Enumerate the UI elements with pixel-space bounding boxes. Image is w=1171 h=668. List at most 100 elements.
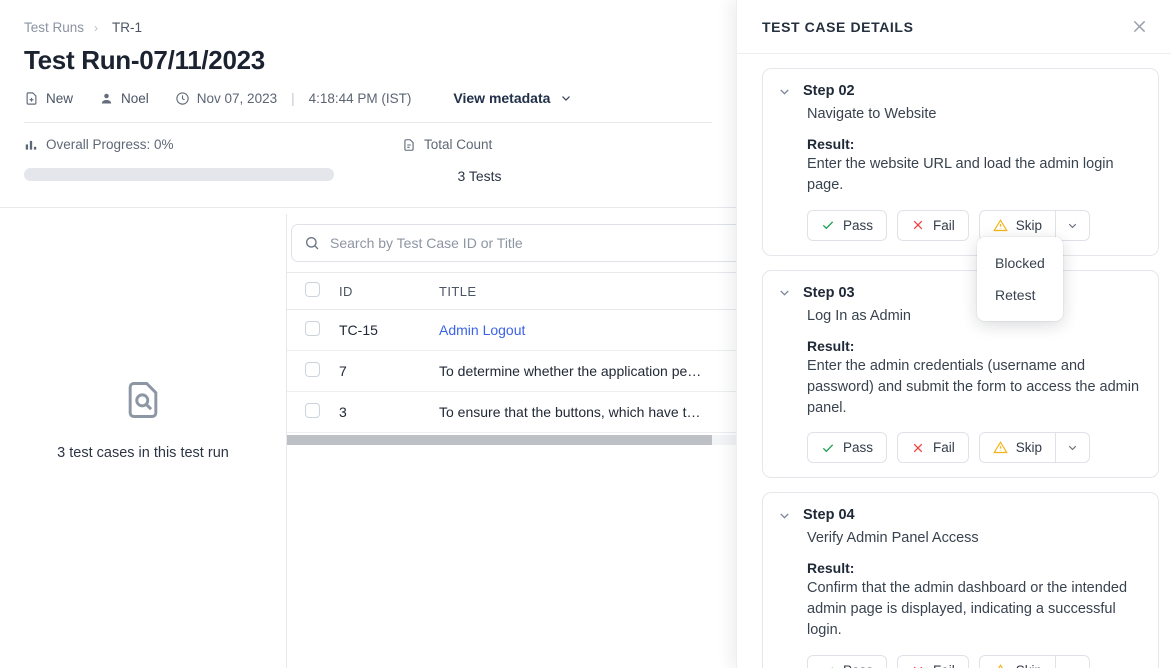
skip-label: Skip — [1016, 663, 1042, 668]
table-row[interactable]: TC-15 Admin Logout — [287, 310, 736, 351]
total-count-stat: Total Count 3 Tests — [402, 137, 712, 184]
document-search-icon — [121, 378, 165, 422]
step-header: Step 03 — [777, 285, 1142, 301]
page-title: Test Run-07/11/2023 — [24, 45, 712, 76]
fail-label: Fail — [933, 663, 955, 668]
row-id: 7 — [339, 351, 439, 392]
step-name: Step 03 — [803, 285, 855, 301]
skip-dropdown-toggle[interactable] — [1055, 432, 1090, 463]
fail-label: Fail — [933, 218, 955, 233]
test-case-table: ID TITLE TC-15 Admin Logout — [287, 272, 736, 433]
run-date: Nov 07, 2023 — [197, 91, 277, 106]
fail-button[interactable]: Fail — [897, 655, 969, 668]
row-id: TC-15 — [339, 310, 439, 351]
view-metadata-label: View metadata — [453, 90, 550, 106]
file-plus-icon — [24, 91, 39, 106]
column-header-id[interactable]: ID — [339, 273, 439, 310]
table-row[interactable]: 3 To ensure that the buttons, which have… — [287, 392, 736, 433]
row-select-cell — [287, 392, 339, 433]
document-icon — [402, 138, 416, 152]
total-count-label: Total Count — [424, 137, 492, 152]
skip-button-group: Skip — [979, 432, 1090, 463]
cross-icon — [911, 441, 925, 455]
scrollbar-track[interactable] — [287, 435, 736, 445]
test-case-list-pane: ID TITLE TC-15 Admin Logout — [287, 214, 736, 668]
result-text: Enter the admin credentials (username an… — [807, 356, 1142, 419]
step-card: Step 04 Verify Admin Panel Access Result… — [762, 492, 1159, 668]
test-case-details-panel: TEST CASE DETAILS Step 02 Naviga — [736, 0, 1171, 668]
column-header-title[interactable]: TITLE — [439, 273, 736, 310]
skip-dropdown-toggle[interactable] — [1055, 655, 1090, 668]
step-subtitle: Log In as Admin — [807, 308, 1142, 324]
skip-button[interactable]: Skip — [979, 432, 1055, 463]
close-icon[interactable] — [1130, 17, 1149, 36]
warning-triangle-icon — [993, 663, 1008, 668]
dropdown-item-blocked[interactable]: Blocked — [977, 247, 1063, 279]
metadata-row: New Noel — [24, 90, 712, 106]
chevron-down-icon — [559, 91, 573, 105]
pass-button[interactable]: Pass — [807, 210, 887, 241]
step-card: Step 03 Log In as Admin Result: Enter th… — [762, 270, 1159, 479]
step-name: Step 02 — [803, 83, 855, 99]
fail-button[interactable]: Fail — [897, 210, 969, 241]
timestamp: Nov 07, 2023 | 4:18:44 PM (IST) — [175, 91, 412, 106]
select-all-checkbox[interactable] — [305, 282, 320, 297]
skip-label: Skip — [1016, 440, 1042, 455]
dropdown-item-retest[interactable]: Retest — [977, 279, 1063, 311]
warning-triangle-icon — [993, 440, 1008, 455]
warning-triangle-icon — [993, 218, 1008, 233]
result-label: Result: — [807, 560, 1142, 576]
row-title: To ensure that the buttons, which have t… — [439, 392, 736, 433]
pass-button[interactable]: Pass — [807, 432, 887, 463]
app-root: Test Runs › TR-1 Test Run-07/11/2023 New — [0, 0, 1171, 668]
scrollbar-thumb[interactable] — [287, 435, 712, 445]
user-icon — [99, 91, 114, 106]
breadcrumb: Test Runs › TR-1 — [24, 20, 712, 35]
cross-icon — [911, 218, 925, 232]
table-horizontal-scrollbar[interactable] — [287, 433, 736, 445]
stats-strip: Overall Progress: 0% Total Count 3 Tests — [0, 123, 736, 207]
pass-label: Pass — [843, 663, 873, 668]
chevron-down-icon[interactable] — [777, 84, 792, 99]
table-row[interactable]: 7 To determine whether the application p… — [287, 351, 736, 392]
breadcrumb-tr-1[interactable]: TR-1 — [108, 20, 142, 35]
breadcrumb-test-runs[interactable]: Test Runs — [24, 20, 84, 35]
chevron-down-icon[interactable] — [777, 508, 792, 523]
chevron-down-icon — [1066, 441, 1079, 454]
panel-title: TEST CASE DETAILS — [762, 19, 914, 35]
view-metadata-button[interactable]: View metadata — [453, 90, 573, 106]
stats-divider — [0, 207, 736, 208]
check-icon — [821, 664, 835, 668]
total-count-label-row: Total Count — [402, 137, 712, 152]
skip-dropdown-toggle[interactable] — [1055, 210, 1090, 241]
row-checkbox[interactable] — [305, 403, 320, 418]
left-pane: 3 test cases in this test run — [0, 214, 287, 668]
row-id: 3 — [339, 392, 439, 433]
step-card: Step 02 Navigate to Website Result: Ente… — [762, 68, 1159, 256]
row-title-link[interactable]: Admin Logout — [439, 322, 525, 338]
row-title: To determine whether the application pe… — [439, 351, 736, 392]
progress-bar — [24, 168, 334, 181]
fail-button[interactable]: Fail — [897, 432, 969, 463]
step-header: Step 02 — [777, 83, 1142, 99]
step-subtitle: Verify Admin Panel Access — [807, 530, 1142, 546]
row-checkbox[interactable] — [305, 362, 320, 377]
fail-label: Fail — [933, 440, 955, 455]
step-actions: Pass Fail — [807, 432, 1142, 463]
search-box[interactable] — [291, 224, 736, 262]
check-icon — [821, 218, 835, 232]
content-split: 3 test cases in this test run — [0, 214, 736, 668]
chevron-down-icon[interactable] — [777, 285, 792, 300]
meta-separator: | — [291, 91, 295, 106]
chevron-down-icon — [1066, 664, 1079, 668]
skip-button[interactable]: Skip — [979, 655, 1055, 668]
search-input[interactable] — [330, 235, 730, 251]
search-icon — [304, 235, 320, 251]
chevron-down-icon — [1066, 219, 1079, 232]
skip-button-group: Skip — [979, 655, 1090, 668]
row-checkbox[interactable] — [305, 321, 320, 336]
pass-button[interactable]: Pass — [807, 655, 887, 668]
select-all-cell — [287, 273, 339, 310]
panel-header: TEST CASE DETAILS — [737, 0, 1171, 54]
owner: Noel — [99, 91, 149, 106]
